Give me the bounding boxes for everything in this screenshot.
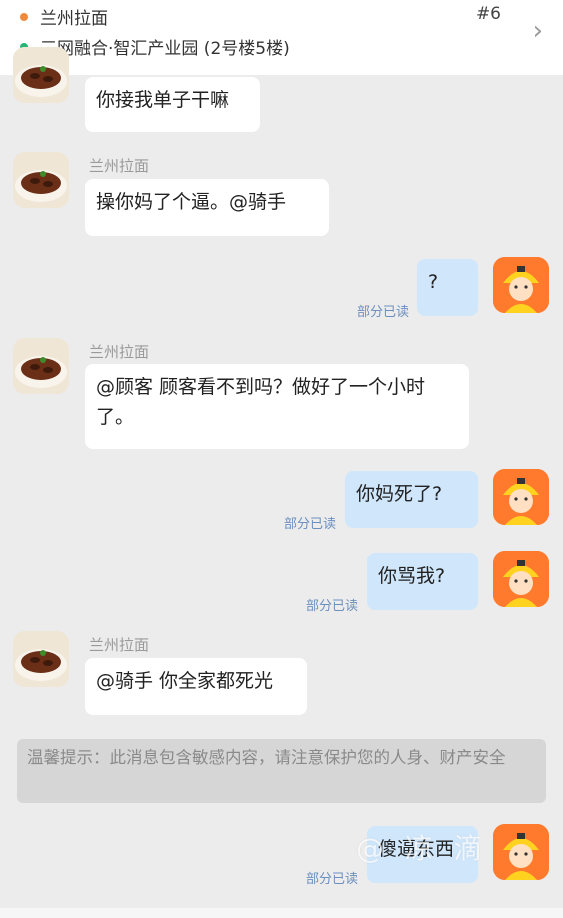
store-avatar[interactable] [13,338,69,394]
message-bubble-outgoing[interactable]: 你妈死了? [345,471,478,528]
sender-name: 兰州拉面 [89,343,150,361]
sender-name: 兰州拉面 [89,157,150,175]
noodle-bowl-avatar [13,631,69,687]
read-status: 部分已读 [306,599,359,614]
message-bubble-incoming[interactable]: @顾客 顾客看不到吗？做好了一个小时了。 [85,364,469,449]
sender-name: 兰州拉面 [89,636,150,654]
read-status: 部分已读 [357,305,410,320]
order-header[interactable]: 兰州拉面 三网融合·智汇产业园 (2号楼5楼) #6 › [0,0,563,75]
message-bubble-outgoing[interactable]: 傻逼东西 [367,826,478,883]
message-bubble-incoming[interactable]: 操你妈了个逼。@骑手 [85,179,329,236]
rider-avatar-icon [493,551,549,607]
rider-avatar-icon [493,824,549,880]
message-bubble-incoming[interactable]: 你接我单子干嘛 [85,77,260,132]
store-row: 兰州拉面 [20,4,108,29]
delivery-address: 三网融合·智汇产业园 (2号楼5楼) [40,39,290,59]
message-bubble-outgoing[interactable]: 你骂我? [367,553,478,610]
rider-avatar[interactable] [493,469,549,525]
order-number: #6 [475,4,501,24]
rider-avatar[interactable] [493,824,549,880]
message-bubble-incoming[interactable]: @骑手 你全家都死光 [85,658,307,715]
chevron-right-icon[interactable]: › [533,18,543,44]
read-status: 部分已读 [284,517,337,532]
rider-avatar-icon [493,469,549,525]
store-dot-icon [20,12,28,21]
store-avatar[interactable] [13,152,69,208]
store-avatar[interactable] [13,47,69,103]
sensitive-content-warning: 温馨提示：此消息包含敏感内容，请注意保护您的人身、财产安全 [17,739,546,803]
rider-avatar[interactable] [493,257,549,313]
rider-avatar[interactable] [493,551,549,607]
bottom-bar [0,908,563,918]
read-status: 部分已读 [306,872,359,887]
store-avatar[interactable] [13,631,69,687]
store-name: 兰州拉面 [40,9,108,29]
noodle-bowl-avatar [13,47,69,103]
rider-avatar-icon [493,257,549,313]
noodle-bowl-avatar [13,338,69,394]
noodle-bowl-avatar [13,152,69,208]
message-bubble-outgoing[interactable]: ? [417,259,478,316]
chat-area[interactable]: 你接我单子干嘛 兰州拉面 操你妈了个逼。@骑手 部分已读 ? 兰州拉面 @顾客 … [0,47,563,918]
